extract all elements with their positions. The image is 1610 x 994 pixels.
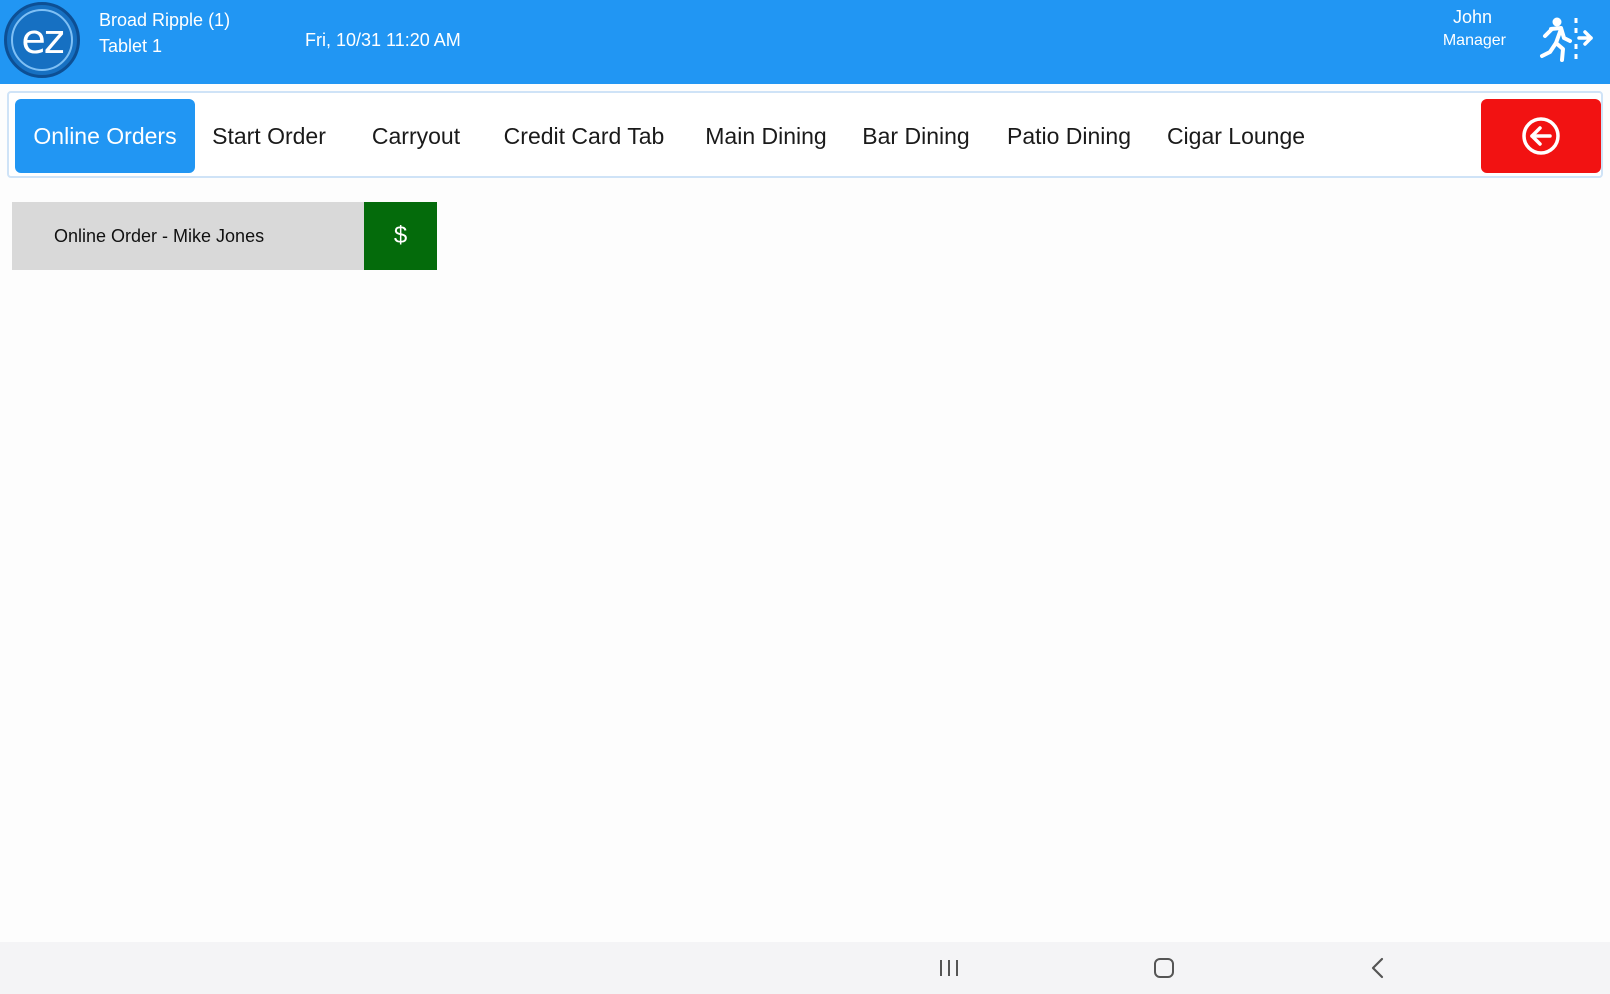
tab-main-dining[interactable]: Main Dining bbox=[695, 99, 837, 173]
tab-start-order[interactable]: Start Order bbox=[207, 99, 331, 173]
app-logo: ez bbox=[4, 2, 80, 78]
tab-cigar-lounge[interactable]: Cigar Lounge bbox=[1161, 99, 1311, 173]
user-name: John bbox=[1452, 7, 1492, 27]
home-icon[interactable] bbox=[1144, 950, 1184, 986]
back-chevron-icon[interactable] bbox=[1358, 950, 1398, 986]
app-root: ez Broad Ripple (1) Tablet 1 Fri, 10/31 … bbox=[0, 0, 1610, 994]
back-button[interactable] bbox=[1481, 99, 1601, 173]
recents-icon[interactable] bbox=[929, 950, 969, 986]
tab-bar-dining[interactable]: Bar Dining bbox=[854, 99, 978, 173]
device-name: Tablet 1 bbox=[99, 36, 163, 56]
system-nav-bar bbox=[0, 942, 1610, 994]
tab-online-orders[interactable]: Online Orders bbox=[15, 99, 195, 173]
circle-arrow-left-icon bbox=[1522, 117, 1560, 155]
pay-button[interactable]: $ bbox=[364, 202, 437, 270]
order-item-mike-jones[interactable]: Online Order - Mike Jones bbox=[12, 202, 364, 270]
user-role: Manager bbox=[1442, 32, 1506, 49]
logo-text: ez bbox=[11, 9, 73, 71]
header-bar: ez Broad Ripple (1) Tablet 1 Fri, 10/31 … bbox=[0, 0, 1610, 84]
location-name: Broad Ripple (1) bbox=[99, 10, 231, 30]
user-name-wrap: John bbox=[1380, 7, 1500, 28]
logout-icon[interactable] bbox=[1536, 14, 1594, 64]
tab-carryout[interactable]: Carryout bbox=[365, 99, 467, 173]
location-tab-bar: Online Orders Start Order Carryout Credi… bbox=[7, 91, 1603, 178]
tab-credit-card-tab[interactable]: Credit Card Tab bbox=[494, 99, 674, 173]
tab-patio-dining[interactable]: Patio Dining bbox=[999, 99, 1139, 173]
order-row: Online Order - Mike Jones $ bbox=[12, 202, 437, 270]
current-datetime: Fri, 10/31 11:20 AM bbox=[305, 30, 461, 50]
